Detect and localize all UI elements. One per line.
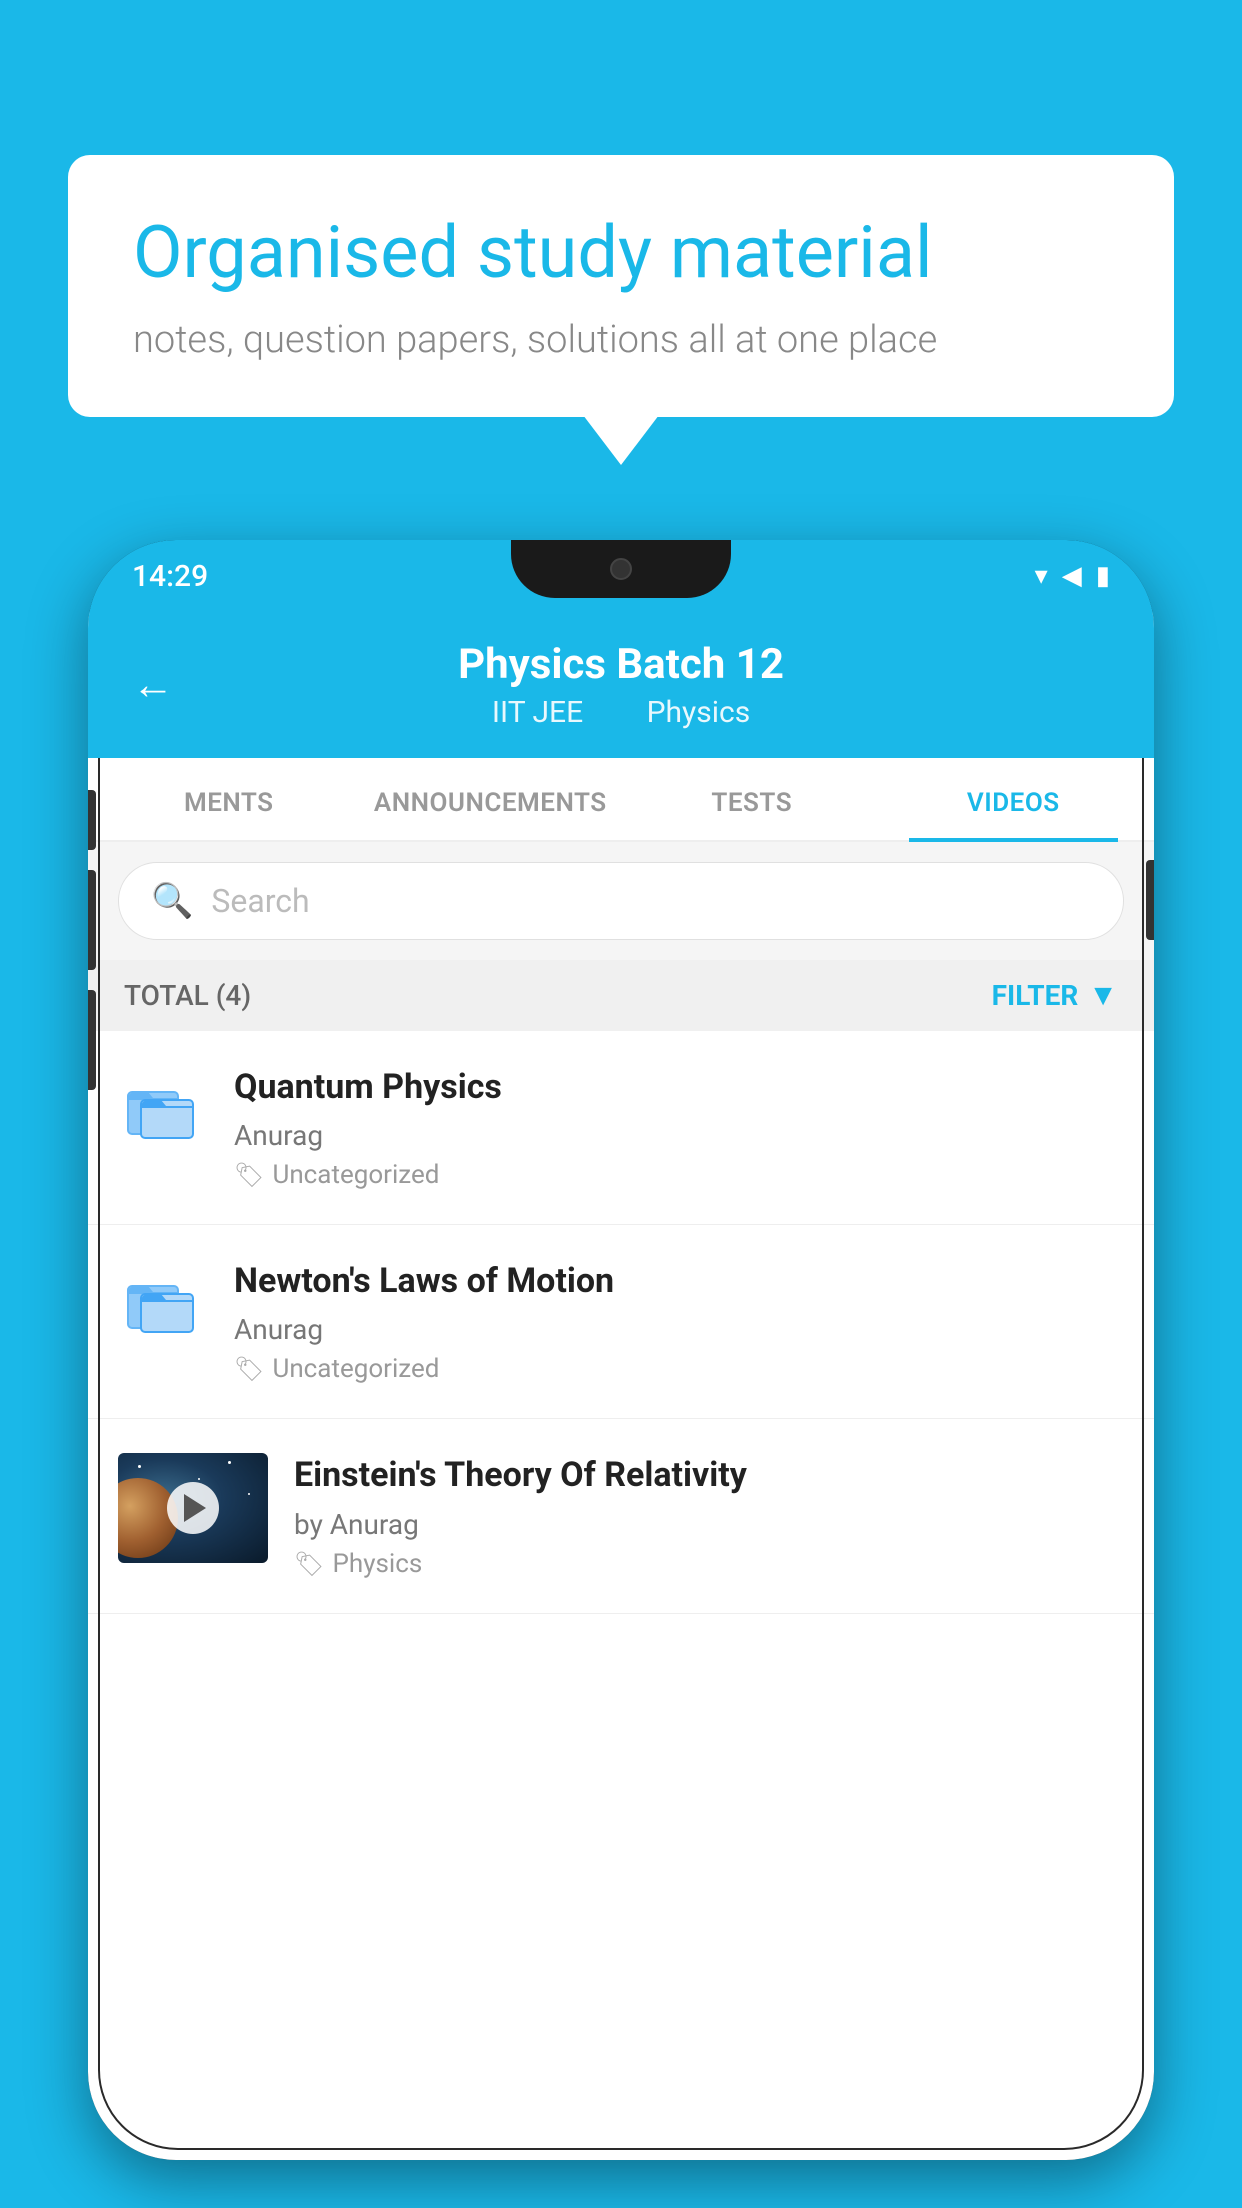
filter-label: FILTER [992,979,1079,1012]
speech-bubble: Organised study material notes, question… [68,155,1174,417]
filter-bar: TOTAL (4) FILTER ▼ [88,960,1154,1031]
tab-videos[interactable]: VIDEOS [883,758,1145,840]
video-tag: 🏷 Physics [294,1549,1124,1579]
status-time: 14:29 [132,559,208,594]
status-icons: ▾ ◀ ▮ [1035,561,1110,591]
tag-icon: 🏷 [234,1355,264,1383]
tag-icon: 🏷 [234,1161,264,1189]
phone-screen: ← Physics Batch 12 IIT JEE Physics MENTS… [88,612,1154,2160]
list-item[interactable]: Quantum Physics Anurag 🏷 Uncategorized [88,1031,1154,1225]
tag-label: Physics [332,1549,422,1579]
phone-power-button [1146,860,1154,940]
star [138,1465,141,1468]
play-triangle-icon [184,1494,206,1522]
battery-icon: ▮ [1096,561,1110,591]
play-button[interactable] [167,1482,219,1534]
header-title: Physics Batch 12 [458,640,784,689]
search-placeholder: Search [211,882,309,920]
phone-volume-down-button [88,870,96,970]
video-tag: 🏷 Uncategorized [234,1354,1124,1384]
tab-bar: MENTS ANNOUNCEMENTS TESTS VIDEOS [88,758,1154,842]
header-subtitle-part2: Physics [647,695,751,730]
tag-icon: 🏷 [294,1550,324,1578]
tab-tests[interactable]: TESTS [621,758,883,840]
video-author: Anurag [234,1119,1124,1152]
header-subtitle-part1: IIT JEE [492,695,583,730]
tag-label: Uncategorized [272,1354,439,1384]
total-count: TOTAL (4) [124,979,251,1012]
star [248,1493,250,1495]
tab-ments[interactable]: MENTS [98,758,360,840]
back-button[interactable]: ← [132,661,174,710]
folder-icon [118,1065,208,1155]
video-title: Newton's Laws of Motion [234,1259,1124,1303]
video-info: Newton's Laws of Motion Anurag 🏷 Uncateg… [234,1259,1124,1384]
search-icon: 🔍 [151,881,193,921]
speech-bubble-section: Organised study material notes, question… [68,155,1174,417]
list-item[interactable]: Einstein's Theory Of Relativity by Anura… [88,1419,1154,1613]
video-tag: 🏷 Uncategorized [234,1160,1124,1190]
search-bar[interactable]: 🔍 Search [118,862,1124,940]
bubble-subtitle: notes, question papers, solutions all at… [133,318,1109,362]
search-section: 🔍 Search [88,842,1154,960]
phone-silent-button [88,990,96,1090]
video-title: Einstein's Theory Of Relativity [294,1453,1124,1497]
tag-label: Uncategorized [272,1160,439,1190]
header-subtitle: IIT JEE Physics [478,695,764,730]
video-info: Quantum Physics Anurag 🏷 Uncategorized [234,1065,1124,1190]
video-title: Quantum Physics [234,1065,1124,1109]
list-item[interactable]: Newton's Laws of Motion Anurag 🏷 Uncateg… [88,1225,1154,1419]
front-camera [610,558,632,580]
filter-funnel-icon: ▼ [1088,978,1118,1013]
star [198,1478,200,1480]
phone-notch [511,540,731,598]
video-thumbnail [118,1453,268,1563]
wifi-icon: ▾ [1035,561,1048,591]
video-author: by Anurag [294,1508,1124,1541]
filter-button[interactable]: FILTER ▼ [992,978,1118,1013]
status-bar: 14:29 ▾ ◀ ▮ [88,540,1154,612]
star [228,1461,231,1464]
phone-volume-up-button [88,790,96,850]
bubble-title: Organised study material [133,210,1109,296]
phone-frame: 14:29 ▾ ◀ ▮ ← Physics Batch 12 IIT JEE P… [88,540,1154,2160]
folder-icon [118,1259,208,1349]
video-list: Quantum Physics Anurag 🏷 Uncategorized [88,1031,1154,1614]
signal-icon: ◀ [1062,561,1082,591]
app-header: ← Physics Batch 12 IIT JEE Physics [88,612,1154,758]
video-info: Einstein's Theory Of Relativity by Anura… [294,1453,1124,1578]
video-author: Anurag [234,1313,1124,1346]
tab-announcements[interactable]: ANNOUNCEMENTS [360,758,622,840]
